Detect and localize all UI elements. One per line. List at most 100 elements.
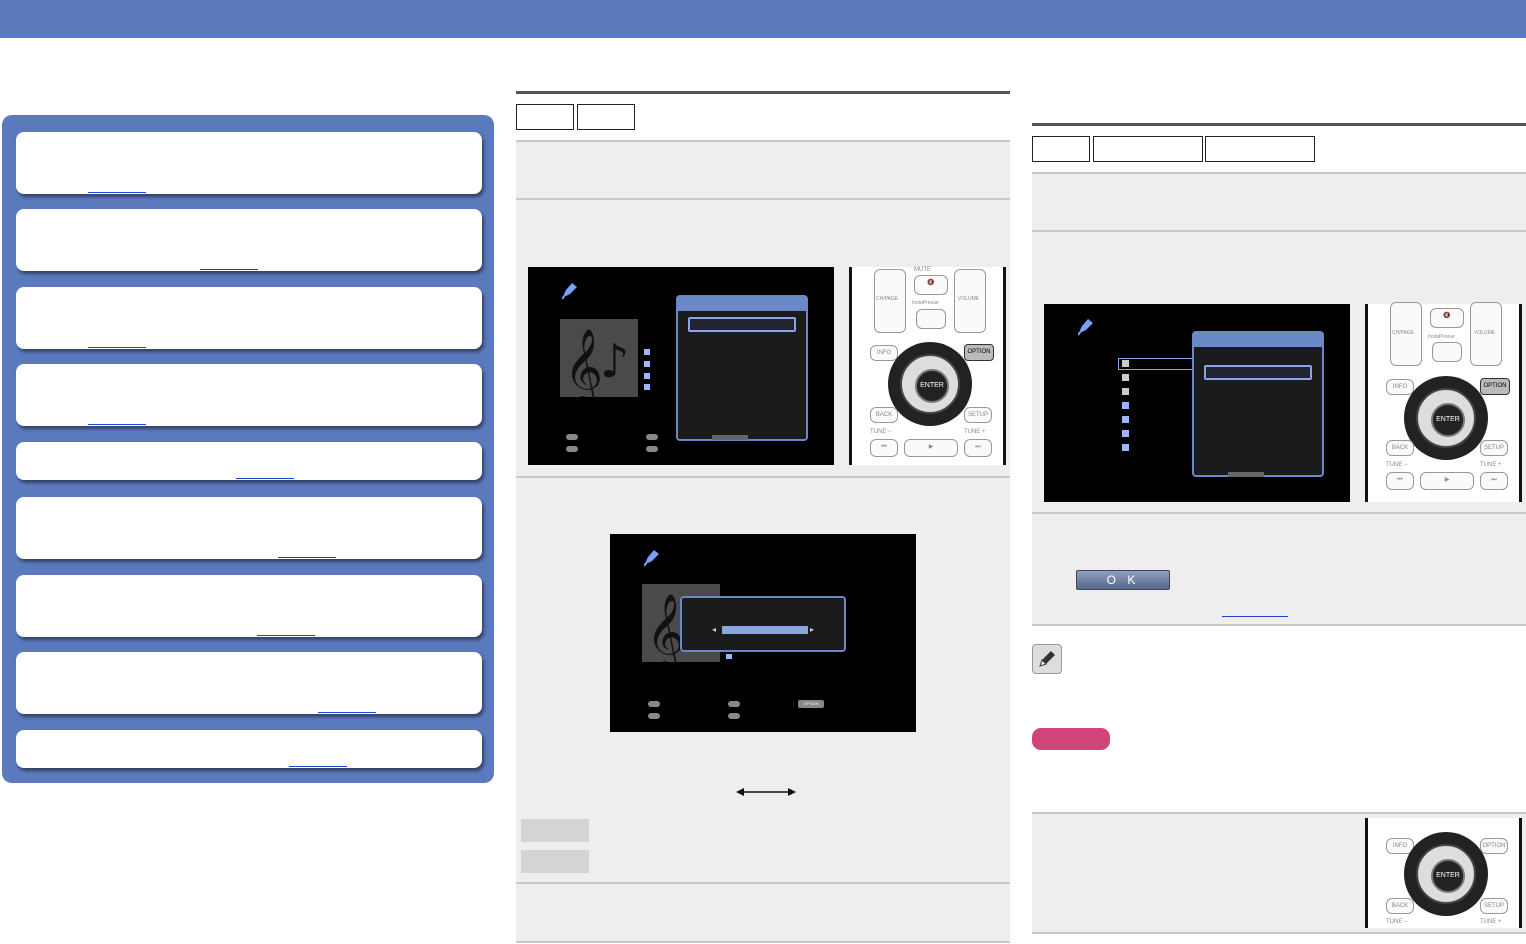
instaprevue-label: InstaPrevue — [912, 300, 939, 306]
page-link[interactable] — [200, 255, 258, 270]
left-arrow-icon[interactable]: ◂ — [712, 625, 716, 634]
menu-item-card-9[interactable] — [16, 730, 482, 768]
menu-item-card-4[interactable] — [16, 364, 482, 426]
instaprevue-button[interactable] — [1432, 342, 1462, 362]
header-bar — [0, 0, 1526, 38]
file-icon — [1122, 416, 1129, 423]
file-icon — [644, 361, 650, 367]
note-pencil-icon — [1032, 644, 1062, 674]
nav-button-icon — [566, 434, 578, 440]
back-button[interactable]: BACK — [1386, 440, 1414, 456]
play-button[interactable]: ▶ — [1420, 472, 1474, 490]
album-art: 𝄞 ♪ — [560, 319, 638, 408]
volume-label: VOLUME — [1474, 330, 1496, 336]
page-link[interactable] — [88, 178, 146, 193]
file-icon — [644, 373, 650, 379]
folder-icon — [1122, 360, 1129, 367]
option-label — [521, 850, 589, 873]
selected-item[interactable] — [688, 317, 796, 332]
step-4 — [516, 884, 1010, 941]
setup-button[interactable]: SETUP — [1480, 898, 1508, 914]
page-link[interactable] — [88, 333, 146, 348]
menu-item-card-1[interactable] — [16, 132, 482, 194]
channel-label: CH/PAGE — [1392, 330, 1415, 336]
option-menu-popup — [1192, 331, 1324, 477]
info-button[interactable]: INFO — [870, 345, 898, 361]
ok-button[interactable]: O K — [1076, 570, 1170, 590]
popup-footer — [1228, 472, 1264, 477]
page-link[interactable] — [257, 621, 315, 636]
instaprevue-label: InstaPrevue — [1428, 334, 1455, 340]
music-note-icon: 𝄞 ♪ — [564, 328, 629, 408]
mute-button[interactable]: 🔇 — [1430, 308, 1464, 328]
option-menu-popup — [676, 295, 808, 441]
play-button[interactable]: ▶ — [904, 439, 958, 457]
section-rule — [516, 91, 1010, 94]
file-icon — [644, 384, 650, 390]
previous-button[interactable]: ⏮ — [870, 439, 898, 457]
back-button[interactable]: BACK — [870, 407, 898, 423]
page-link[interactable] — [318, 698, 376, 713]
option-button[interactable]: OPTION — [1480, 838, 1508, 854]
step-divider — [1032, 624, 1526, 626]
mute-button[interactable]: 🔇 — [914, 275, 948, 295]
nav-button-icon — [648, 701, 660, 707]
svg-text:♪: ♪ — [600, 334, 629, 388]
nav-button-icon — [646, 446, 658, 452]
enter-button[interactable]: ENTER — [915, 369, 949, 403]
usb-icon — [644, 550, 659, 567]
option-chip: OPTION — [798, 700, 824, 708]
enter-button[interactable]: ENTER — [1431, 859, 1465, 893]
page-link[interactable] — [88, 410, 146, 425]
menu-item-card-8[interactable] — [16, 652, 482, 714]
usb-icon — [562, 283, 577, 300]
model-tag — [516, 104, 574, 130]
page-link[interactable] — [1222, 603, 1288, 617]
dpad[interactable]: ENTER — [888, 342, 972, 426]
nav-button-icon — [646, 434, 658, 440]
selected-item[interactable] — [1204, 365, 1312, 380]
page-link[interactable] — [289, 752, 347, 767]
right-arrow-icon[interactable]: ▸ — [810, 625, 814, 634]
menu-item-card-5[interactable] — [16, 442, 482, 480]
setup-button[interactable]: SETUP — [1480, 440, 1508, 456]
popup-header — [678, 297, 806, 311]
selected-row[interactable] — [1118, 358, 1194, 370]
model-tag — [1093, 136, 1203, 162]
remote-illustration: MUTE CH/PAGE 🔇 InstaPrevue VOLUME INFO O… — [849, 267, 1006, 465]
setting-value-bar[interactable] — [722, 626, 808, 634]
page-link[interactable] — [236, 464, 294, 479]
nav-button-icon — [648, 713, 660, 719]
nav-button-icon — [728, 713, 740, 719]
menu-item-card-3[interactable] — [16, 287, 482, 349]
menu-item-card-7[interactable] — [16, 575, 482, 637]
file-icon — [1122, 430, 1129, 437]
instaprevue-button[interactable] — [916, 309, 946, 329]
dpad[interactable]: ENTER — [1404, 376, 1488, 460]
pencil-icon — [1039, 651, 1055, 667]
section-rule — [1032, 123, 1526, 126]
option-button[interactable]: OPTION — [964, 344, 994, 361]
back-button[interactable]: BACK — [1386, 898, 1414, 914]
channel-label: CH/PAGE — [876, 296, 899, 302]
step-1 — [516, 142, 1010, 198]
menu-item-card-2[interactable] — [16, 209, 482, 271]
option-label — [521, 819, 589, 842]
next-button[interactable]: ⏭ — [1480, 472, 1508, 490]
file-icon — [1122, 402, 1129, 409]
setting-dialog: ◂ ▸ — [680, 596, 846, 652]
tune-minus-label: TUNE − — [1386, 919, 1408, 925]
nav-button-icon — [728, 701, 740, 707]
previous-button[interactable]: ⏮ — [1386, 472, 1414, 490]
next-button[interactable]: ⏭ — [964, 439, 992, 457]
info-button[interactable]: INFO — [1386, 379, 1414, 395]
popup-footer — [712, 435, 748, 440]
dpad[interactable]: ENTER — [1404, 832, 1488, 916]
setup-button[interactable]: SETUP — [964, 407, 992, 423]
menu-item-card-6[interactable] — [16, 497, 482, 559]
svg-text:𝄞: 𝄞 — [564, 328, 603, 397]
volume-label: VOLUME — [958, 296, 980, 302]
enter-button[interactable]: ENTER — [1431, 403, 1465, 437]
page-link[interactable] — [278, 543, 336, 558]
option-button[interactable]: OPTION — [1480, 378, 1510, 395]
